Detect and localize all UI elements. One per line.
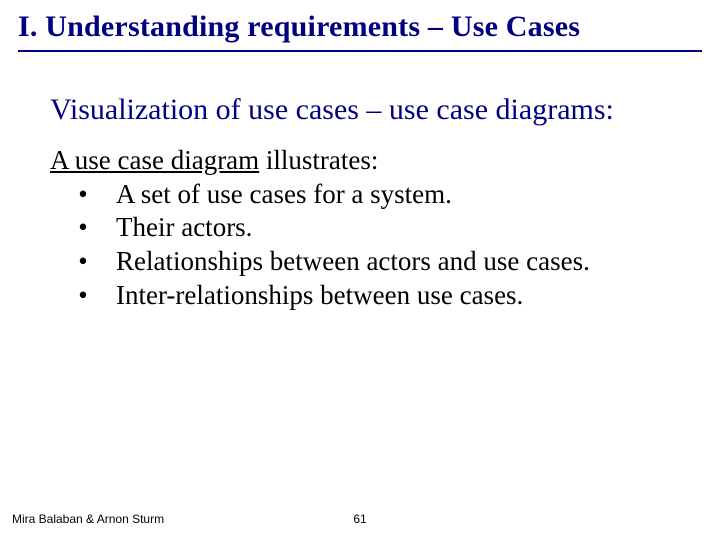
bullet-dot: • (50, 178, 116, 212)
bullet-list: •A set of use cases for a system. •Their… (50, 178, 682, 313)
bullet-text: Their actors. (116, 211, 252, 245)
bullet-text: Relationships between actors and use cas… (116, 245, 590, 279)
bullet-text: A set of use cases for a system. (116, 178, 452, 212)
title-rule (18, 50, 702, 52)
bullet-dot: • (50, 211, 116, 245)
bullet-dot: • (50, 245, 116, 279)
bullet-dot: • (50, 279, 116, 313)
footer-authors: Mira Balaban & Arnon Sturm (12, 512, 164, 526)
list-item: •A set of use cases for a system. (50, 178, 682, 212)
slide: I. Understanding requirements – Use Case… (0, 0, 720, 540)
lead-line: A use case diagram illustrates: (50, 145, 682, 176)
section-subtitle: Visualization of use cases – use case di… (50, 92, 682, 129)
footer-page-number: 61 (353, 512, 366, 526)
lead-rest: illustrates: (259, 145, 378, 175)
page-title: I. Understanding requirements – Use Case… (18, 10, 702, 44)
content-area: Visualization of use cases – use case di… (18, 92, 702, 313)
list-item: •Relationships between actors and use ca… (50, 245, 682, 279)
lead-underlined: A use case diagram (50, 145, 259, 175)
bullet-text: Inter-relationships between use cases. (116, 279, 523, 313)
list-item: •Their actors. (50, 211, 682, 245)
list-item: •Inter-relationships between use cases. (50, 279, 682, 313)
